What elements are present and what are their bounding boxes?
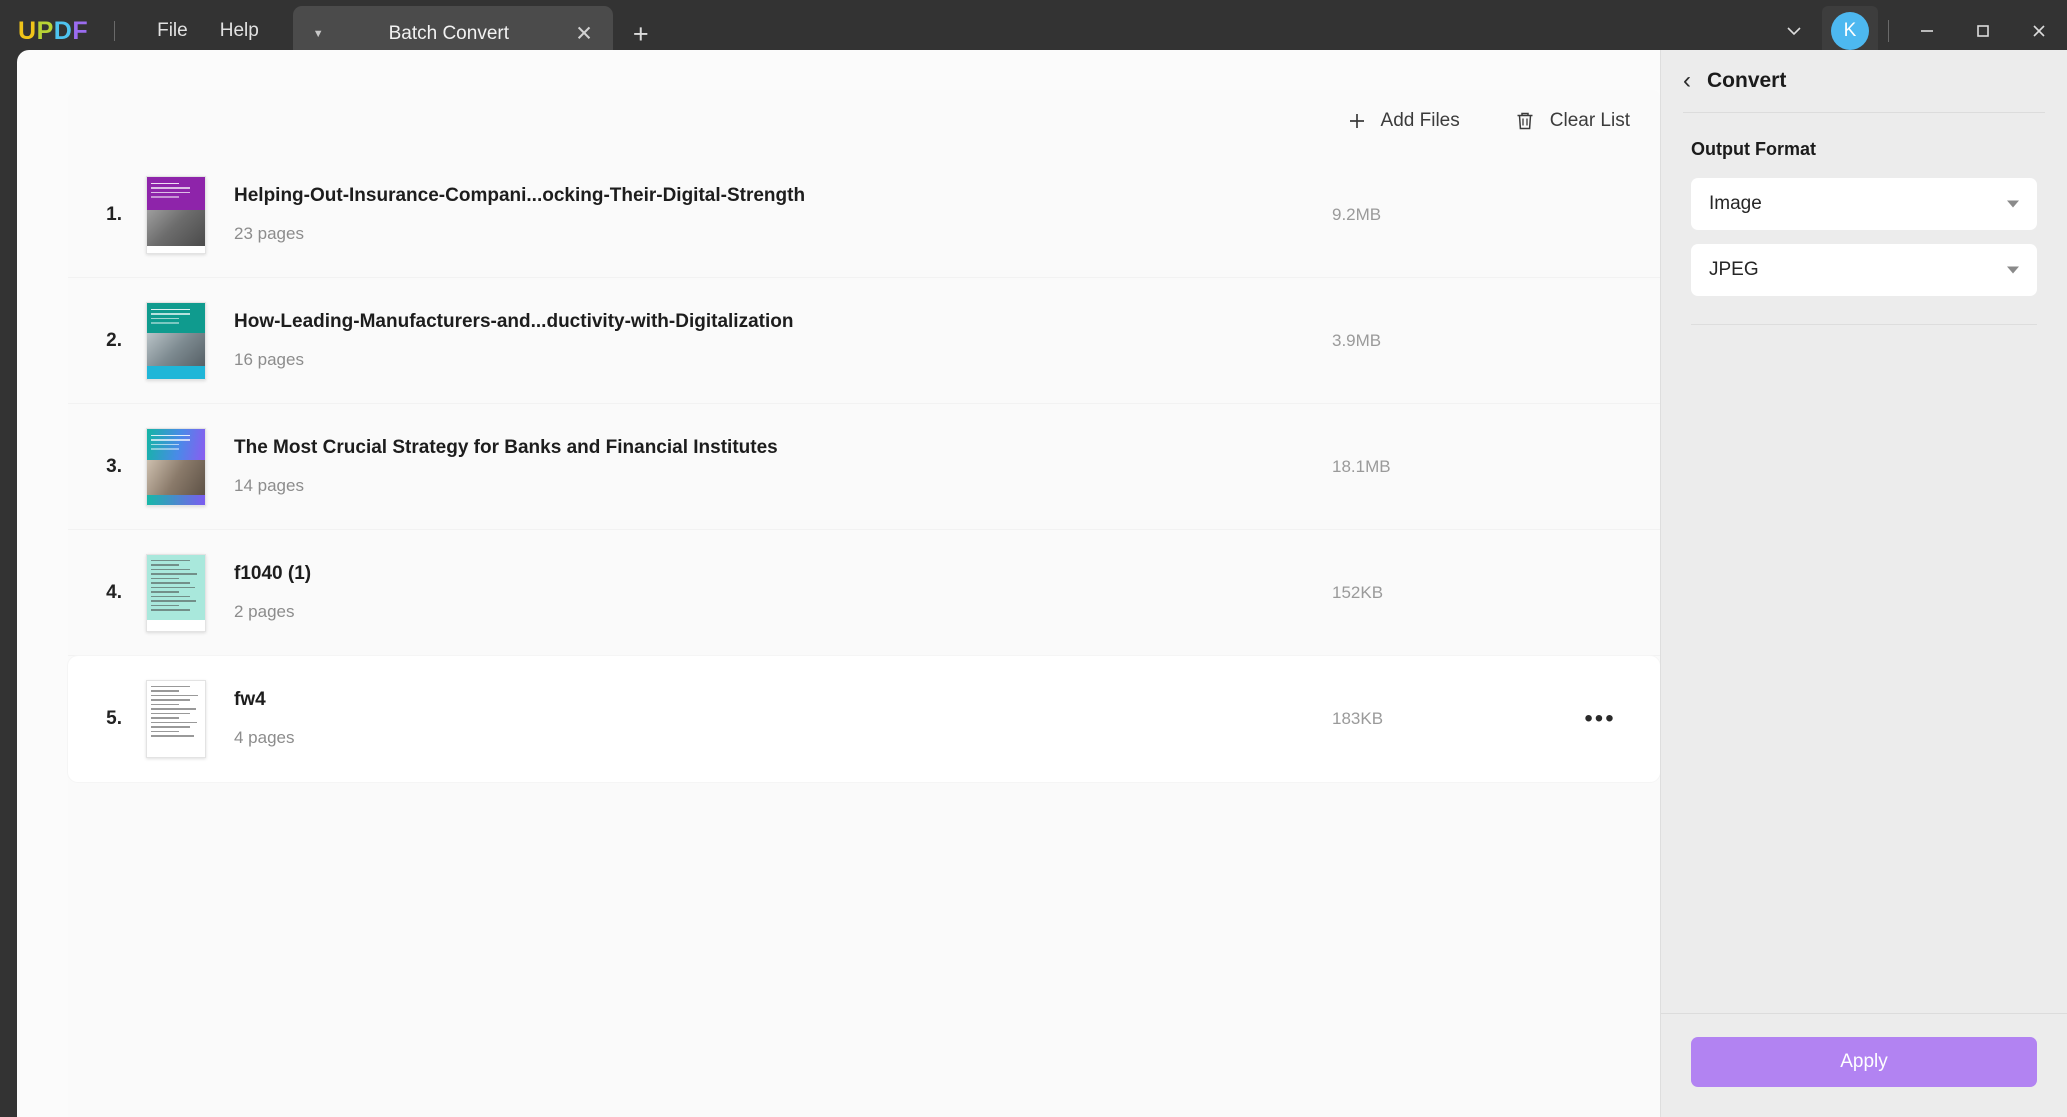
file-size: 183KB [1290,709,1540,729]
logo-letter-p: P [37,17,54,46]
close-icon[interactable]: ✕ [575,24,593,45]
table-row[interactable]: 4. [68,530,1660,656]
file-thumbnail [146,554,206,632]
file-size: 18.1MB [1290,457,1540,477]
logo-letter-d: D [54,17,73,46]
convert-panel: ‹ Convert Output Format Image JPEG Apply [1660,50,2067,1117]
row-index: 4. [68,582,130,604]
file-rows: 1. Helping-Out-I [68,152,1660,782]
file-list-panel: Add Files Clear List 1. [68,90,1660,1117]
thumbnail-wrapper [130,176,222,254]
row-texts: How-Leading-Manufacturers-and...ductivit… [222,311,1290,370]
file-title: How-Leading-Manufacturers-and...ductivit… [234,311,1290,333]
row-index: 5. [68,708,130,730]
table-row[interactable]: 1. Helping-Out-I [68,152,1660,278]
file-title: f1040 (1) [234,563,1290,585]
file-thumbnail [146,302,206,380]
row-texts: Helping-Out-Insurance-Compani...ocking-T… [222,185,1290,244]
apply-button[interactable]: Apply [1691,1037,2037,1087]
file-pages: 2 pages [234,602,1290,622]
clear-list-button[interactable]: Clear List [1506,104,1638,138]
file-thumbnail [146,680,206,758]
user-account-button[interactable]: K [1822,6,1878,56]
menu-file[interactable]: File [141,14,204,48]
output-format-select[interactable]: Image [1691,178,2037,230]
apply-divider [1661,1013,2067,1014]
clear-list-label: Clear List [1550,110,1630,132]
table-row[interactable]: 5. [68,656,1660,782]
output-subformat-select[interactable]: JPEG [1691,244,2037,296]
file-thumbnail [146,428,206,506]
output-format-value: Image [1709,193,1762,215]
more-options-icon[interactable]: ••• [1540,715,1660,722]
thumbnail-wrapper [130,428,222,506]
table-row[interactable]: 3. The Most Cruc [68,404,1660,530]
thumbnail-wrapper [130,554,222,632]
add-files-button[interactable]: Add Files [1339,104,1468,138]
add-files-label: Add Files [1381,110,1460,132]
close-icon[interactable] [2011,8,2067,54]
output-subformat-value: JPEG [1709,259,1759,281]
thumbnail-wrapper [130,302,222,380]
row-texts: The Most Crucial Strategy for Banks and … [222,437,1290,496]
tab-label: Batch Convert [293,23,613,45]
minimize-icon[interactable] [1899,8,1955,54]
panel-title: Convert [1707,69,1786,93]
panel-body: Output Format Image JPEG [1661,113,2067,296]
output-format-label: Output Format [1691,139,2037,160]
avatar: K [1831,12,1869,50]
file-thumbnail [146,176,206,254]
row-index: 1. [68,204,130,226]
chevron-left-icon[interactable]: ‹ [1683,69,1691,93]
chevron-down-icon [2007,267,2019,274]
logo-letter-f: F [72,17,88,46]
chevron-down-icon[interactable]: ▼ [313,28,324,40]
row-index: 2. [68,330,130,352]
chevron-down-icon [2007,201,2019,208]
maximize-icon[interactable] [1955,8,2011,54]
panel-header: ‹ Convert [1661,50,2067,112]
panel-section-divider [1691,324,2037,325]
file-title: The Most Crucial Strategy for Banks and … [234,437,1290,459]
thumbnail-wrapper [130,680,222,758]
list-toolbar: Add Files Clear List [1339,104,1638,138]
trash-icon [1514,110,1536,132]
row-index: 3. [68,456,130,478]
row-texts: f1040 (1) 2 pages [222,563,1290,622]
file-size: 3.9MB [1290,331,1540,351]
chevron-down-icon[interactable] [1766,8,1822,54]
file-title: Helping-Out-Insurance-Compani...ocking-T… [234,185,1290,207]
table-row[interactable]: 2. How-Leading-M [68,278,1660,404]
file-title: fw4 [234,689,1290,711]
logo-divider [114,21,115,41]
file-pages: 23 pages [234,224,1290,244]
row-texts: fw4 4 pages [222,689,1290,748]
plus-icon [1347,111,1367,131]
file-size: 9.2MB [1290,205,1540,225]
file-pages: 4 pages [234,728,1290,748]
file-size: 152KB [1290,583,1540,603]
menu-help[interactable]: Help [204,14,275,48]
file-pages: 16 pages [234,350,1290,370]
file-pages: 14 pages [234,476,1290,496]
logo-letter-u: U [18,17,37,46]
updf-logo: U P D F [18,17,88,46]
window-controls-divider [1888,20,1889,42]
